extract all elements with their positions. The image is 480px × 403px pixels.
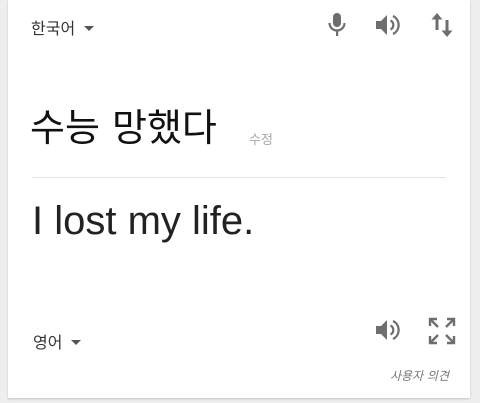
source-speaker-button[interactable] [372, 10, 406, 40]
translation-text: I lost my life. [32, 199, 255, 243]
caret-down-icon [84, 25, 95, 31]
feedback-link[interactable]: 사용자 의견 [390, 367, 449, 384]
source-text[interactable]: 수능 망했다 [30, 103, 217, 153]
microphone-button[interactable] [322, 10, 352, 40]
swap-languages-icon [431, 13, 453, 37]
microphone-icon [328, 13, 346, 36]
target-speaker-button[interactable] [372, 315, 406, 345]
fullscreen-button[interactable] [425, 314, 459, 348]
fullscreen-icon [428, 317, 456, 345]
speaker-icon [376, 15, 400, 35]
caret-down-icon [71, 339, 82, 345]
target-language-label: 영어 [33, 333, 63, 352]
translation-card: 한국어 수능 망했다 수정 I lost my life. 영어 사용자 의견 [8, 0, 470, 398]
speaker-icon [376, 320, 400, 340]
divider [32, 177, 446, 178]
edit-source-link[interactable]: 수정 [249, 129, 273, 148]
swap-languages-button[interactable] [426, 8, 458, 42]
source-language-label: 한국어 [31, 19, 76, 38]
target-language-select[interactable]: 영어 [33, 329, 82, 353]
source-language-select[interactable]: 한국어 [31, 15, 95, 39]
